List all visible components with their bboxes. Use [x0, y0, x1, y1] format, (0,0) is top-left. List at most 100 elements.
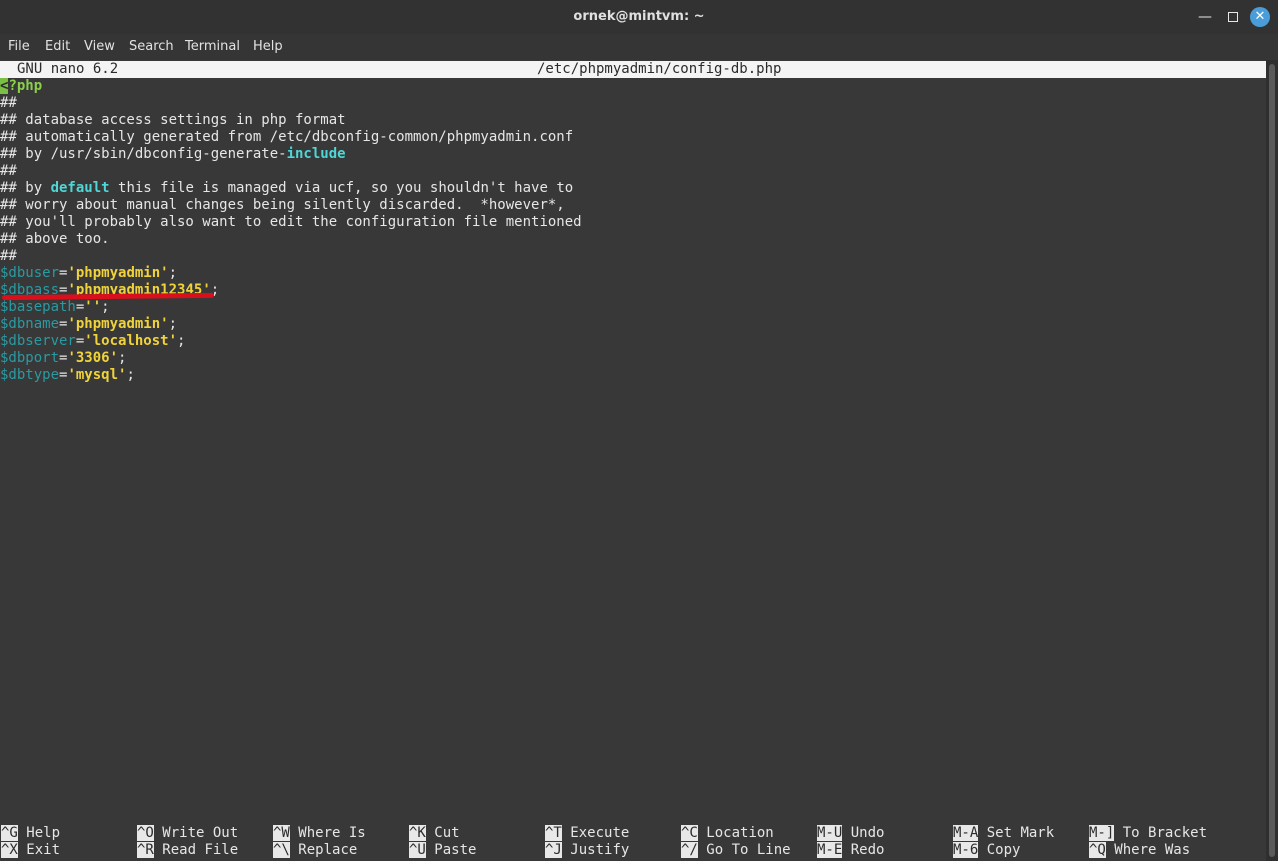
variable-name: $dbname: [0, 316, 60, 332]
shortcut-key: M-A: [953, 825, 979, 841]
shortcut-item[interactable]: ^W Where Is: [273, 825, 366, 842]
menu-help[interactable]: Help: [253, 34, 283, 60]
string-value: 'phpmyadmin': [67, 265, 169, 281]
nano-version: GNU nano 6.2: [17, 61, 119, 77]
string-value: 'localhost': [84, 333, 178, 349]
shortcut-label: Copy: [986, 842, 1021, 858]
shortcut-key: ^O: [137, 825, 154, 841]
semicolon: ;: [118, 350, 127, 366]
shortcut-label: Location: [706, 825, 774, 841]
keyword-default: default: [50, 180, 110, 196]
shortcut-key: ^Q: [1089, 842, 1106, 858]
string-value: 'phpmyadmin': [67, 316, 169, 332]
shortcut-label: Replace: [298, 842, 358, 858]
comment-line: ## above too.: [0, 231, 110, 247]
shortcut-item[interactable]: ^T Execute: [545, 825, 629, 842]
shortcut-item[interactable]: ^/ Go To Line: [681, 842, 791, 859]
maximize-icon: [1228, 12, 1238, 22]
shortcut-label: Undo: [850, 825, 885, 841]
menu-bar: File Edit View Search Terminal Help: [0, 34, 1278, 60]
shortcut-item[interactable]: ^J Justify: [545, 842, 629, 859]
shortcut-item[interactable]: M-E Redo: [817, 842, 884, 859]
shortcut-label: Help: [26, 825, 61, 841]
shortcut-key: ^W: [273, 825, 290, 841]
maximize-button[interactable]: [1222, 6, 1244, 28]
shortcut-label: Paste: [434, 842, 477, 858]
shortcut-key: ^\: [273, 842, 290, 858]
shortcut-label: Redo: [850, 842, 885, 858]
variable-name: $dbuser: [0, 265, 60, 281]
shortcut-item[interactable]: ^K Cut: [409, 825, 460, 842]
shortcut-key: ^K: [409, 825, 426, 841]
shortcut-item[interactable]: ^R Read File: [137, 842, 238, 859]
var-line-dbuser: $dbuser='phpmyadmin';: [0, 265, 177, 282]
comment-line: ##: [0, 163, 17, 179]
scrollbar-thumb[interactable]: [1269, 64, 1275, 857]
shortcut-key: M-U: [817, 825, 843, 841]
shortcut-item[interactable]: ^O Write Out: [137, 825, 238, 842]
shortcut-item[interactable]: M-A Set Mark: [953, 825, 1054, 842]
shortcut-item[interactable]: ^G Help: [1, 825, 60, 842]
menu-file[interactable]: File: [8, 34, 30, 60]
variable-name: $dbserver: [0, 333, 76, 349]
nano-filename: /etc/phpmyadmin/config-db.php: [537, 61, 782, 77]
shortcut-label: Where Was: [1114, 842, 1191, 858]
semicolon: ;: [101, 299, 110, 315]
comment-text: this file is managed via ucf, so you sho…: [109, 180, 574, 196]
shortcut-key: M-]: [1089, 825, 1115, 841]
shortcut-item[interactable]: M-6 Copy: [953, 842, 1020, 859]
shortcut-item[interactable]: ^U Paste: [409, 842, 476, 859]
comment-text: ## by /usr/sbin/dbconfig-generate-: [0, 146, 287, 162]
menu-edit[interactable]: Edit: [45, 34, 70, 60]
terminal-window: ornek@mintvm: ~ — ✕ File Edit View Searc…: [0, 0, 1278, 861]
scrollbar[interactable]: [1266, 60, 1278, 861]
var-line-dbtype: $dbtype='mysql';: [0, 367, 135, 384]
variable-name: $dbtype: [0, 367, 60, 383]
string-value: '3306': [67, 350, 119, 366]
shortcut-key: ^/: [681, 842, 698, 858]
string-value: 'mysql': [67, 367, 127, 383]
string-value: '': [84, 299, 102, 315]
shortcut-key: ^G: [1, 825, 18, 841]
semicolon: ;: [126, 367, 135, 383]
shortcut-label: Go To Line: [706, 842, 791, 858]
var-line-dbname: $dbname='phpmyadmin';: [0, 316, 177, 333]
shortcut-item[interactable]: ^Q Where Was: [1089, 842, 1190, 859]
shortcut-item[interactable]: M-] To Bracket: [1089, 825, 1207, 842]
shortcut-key: ^R: [137, 842, 154, 858]
close-button[interactable]: ✕: [1250, 7, 1270, 27]
menu-search[interactable]: Search: [129, 34, 174, 60]
comment-line: ## worry about manual changes being sile…: [0, 197, 565, 213]
menu-terminal[interactable]: Terminal: [185, 34, 240, 60]
comment-line: ##: [0, 95, 17, 111]
semicolon: ;: [168, 316, 178, 332]
shortcut-label: Where Is: [298, 825, 366, 841]
shortcut-label: Execute: [570, 825, 630, 841]
shortcut-item[interactable]: ^X Exit: [1, 842, 60, 859]
variable-name: $dbport: [0, 350, 60, 366]
shortcut-key: ^T: [545, 825, 562, 841]
shortcut-label: Exit: [26, 842, 61, 858]
var-line-dbport: $dbport='3306';: [0, 350, 126, 367]
keyword-include: include: [286, 146, 346, 162]
var-line-dbserver: $dbserver='localhost';: [0, 333, 185, 350]
shortcut-label: Cut: [434, 825, 460, 841]
minimize-button[interactable]: —: [1194, 6, 1216, 28]
shortcut-label: Read File: [162, 842, 239, 858]
menu-view[interactable]: View: [84, 34, 115, 60]
shortcut-key: ^U: [409, 842, 426, 858]
shortcut-item[interactable]: ^C Location: [681, 825, 774, 842]
terminal-content[interactable]: GNU nano 6.2 /etc/phpmyadmin/config-db.p…: [0, 60, 1266, 861]
code-line: <?php: [0, 78, 42, 95]
php-open-tag: ?php: [8, 78, 43, 94]
semicolon: ;: [168, 265, 178, 281]
shortcut-item[interactable]: ^\ Replace: [273, 842, 357, 859]
comment-line: ##: [0, 248, 17, 264]
title-bar[interactable]: ornek@mintvm: ~ — ✕: [0, 0, 1278, 34]
comment-text: ## by: [0, 180, 51, 196]
shortcut-key: ^J: [545, 842, 562, 858]
comment-line: ## database access settings in php forma…: [0, 112, 346, 128]
window-title: ornek@mintvm: ~: [573, 9, 705, 24]
shortcut-item[interactable]: M-U Undo: [817, 825, 884, 842]
shortcut-label: To Bracket: [1122, 825, 1208, 841]
